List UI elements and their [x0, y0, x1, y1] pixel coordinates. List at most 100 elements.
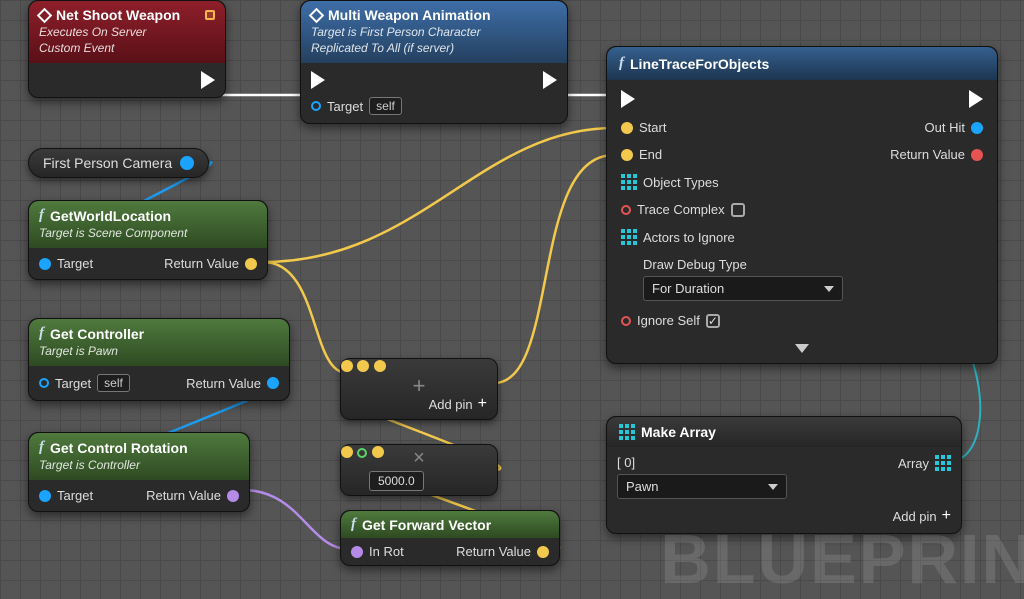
- title-text: Get Controller: [50, 326, 144, 342]
- draw-debug-value: For Duration: [652, 281, 724, 296]
- subtitle2: Replicated To All (if server): [311, 41, 557, 55]
- draw-debug-dropdown[interactable]: For Duration: [643, 276, 843, 301]
- node-get-control-rotation[interactable]: f Get Control Rotation Target is Controll…: [28, 432, 250, 512]
- return-label: Return Value: [456, 544, 531, 559]
- title-text: Make Array: [641, 424, 716, 440]
- function-icon: f: [39, 439, 44, 456]
- add-out-pin[interactable]: [374, 360, 386, 372]
- exec-out-pin[interactable]: [969, 90, 983, 108]
- mul-scalar-value[interactable]: 5000.0: [369, 471, 424, 491]
- subtitle2: Custom Event: [39, 41, 215, 55]
- plus-icon: +: [478, 395, 487, 413]
- exec-in-pin[interactable]: [621, 90, 635, 108]
- variable-first-person-camera[interactable]: First Person Camera: [28, 148, 209, 178]
- node-get-forward-vector[interactable]: f Get Forward Vector In Rot Return Value: [340, 510, 560, 566]
- function-icon: f: [351, 516, 356, 533]
- subtitle: Target is Scene Component: [39, 226, 257, 240]
- node-get-controller[interactable]: fGet Controller Target is Pawn Target sel…: [28, 318, 290, 401]
- target-value[interactable]: self: [369, 97, 402, 115]
- object-types-label: Object Types: [643, 175, 719, 190]
- return-pin[interactable]: [267, 377, 279, 389]
- return-pin[interactable]: [227, 490, 239, 502]
- add-in-a-pin[interactable]: [341, 360, 353, 372]
- add-in-b-pin[interactable]: [357, 360, 369, 372]
- target-pin[interactable]: [39, 490, 51, 502]
- node-header: Make Array: [607, 417, 961, 447]
- variable-out-pin[interactable]: [180, 156, 194, 170]
- inrot-label: In Rot: [369, 544, 404, 559]
- title-text: Get Forward Vector: [362, 517, 491, 533]
- return-label: Return Value: [890, 147, 965, 162]
- node-line-trace-for-objects[interactable]: fLineTraceForObjects Start Out Hit End R…: [606, 46, 998, 364]
- array-out-pin[interactable]: [935, 455, 951, 471]
- trace-complex-label: Trace Complex: [637, 202, 725, 217]
- return-label: Return Value: [146, 488, 221, 503]
- return-pin[interactable]: [245, 258, 257, 270]
- start-label: Start: [639, 120, 666, 135]
- replication-icon: [205, 10, 215, 20]
- node-vector-add[interactable]: + Add pin +: [340, 358, 498, 420]
- function-icon: f: [619, 55, 624, 72]
- return-pin[interactable]: [537, 546, 549, 558]
- title-text: Net Shoot Weapon: [56, 7, 180, 23]
- target-pin[interactable]: [311, 101, 321, 111]
- ignore-self-checkbox[interactable]: [706, 314, 720, 328]
- target-label: Target: [57, 256, 93, 271]
- subtitle: Target is Pawn: [39, 344, 279, 358]
- ignore-self-pin[interactable]: [621, 316, 631, 326]
- start-pin[interactable]: [621, 122, 633, 134]
- end-pin[interactable]: [621, 149, 633, 161]
- draw-debug-label: Draw Debug Type: [643, 257, 747, 272]
- blueprint-watermark: BLUEPRIN: [660, 519, 1024, 599]
- expand-toggle[interactable]: [795, 344, 809, 353]
- add-pin-button[interactable]: Add pin +: [429, 395, 487, 413]
- inrot-pin[interactable]: [351, 546, 363, 558]
- node-make-array[interactable]: Make Array [ 0] Pawn Array Add pin+: [606, 416, 962, 534]
- trace-complex-checkbox[interactable]: [731, 203, 745, 217]
- target-value[interactable]: self: [97, 374, 130, 392]
- subtitle1: Executes On Server: [39, 25, 215, 39]
- event-icon: [309, 7, 325, 23]
- array-out-label: Array: [898, 456, 929, 471]
- outhit-pin[interactable]: [971, 122, 983, 134]
- return-pin[interactable]: [971, 149, 983, 161]
- subtitle1: Target is First Person Character: [311, 25, 557, 39]
- variable-label: First Person Camera: [43, 155, 172, 171]
- target-pin[interactable]: [39, 258, 51, 270]
- index-dropdown[interactable]: Pawn: [617, 474, 787, 499]
- node-header: fGet Controller Target is Pawn: [29, 319, 289, 366]
- node-multi-weapon-animation[interactable]: Multi Weapon Animation Target is First P…: [300, 0, 568, 124]
- exec-out-pin[interactable]: [201, 71, 215, 89]
- exec-in-pin[interactable]: [311, 71, 325, 89]
- event-icon: [37, 7, 53, 23]
- subtitle: Target is Controller: [39, 458, 239, 472]
- exec-out-pin[interactable]: [543, 71, 557, 89]
- node-header: Net Shoot Weapon Executes On Server Cust…: [29, 1, 225, 63]
- node-header: f Get Control Rotation Target is Controll…: [29, 433, 249, 480]
- array-icon: [619, 424, 635, 440]
- title-text: Multi Weapon Animation: [328, 7, 491, 23]
- target-pin[interactable]: [39, 378, 49, 388]
- ignore-self-label: Ignore Self: [637, 313, 700, 328]
- node-vector-multiply[interactable]: 5000.0 ×: [340, 444, 498, 496]
- actors-ignore-pin[interactable]: [621, 229, 637, 245]
- index-value: Pawn: [626, 479, 659, 494]
- trace-complex-pin[interactable]: [621, 205, 631, 215]
- node-net-shoot-weapon[interactable]: Net Shoot Weapon Executes On Server Cust…: [28, 0, 226, 98]
- node-header: f GetWorldLocation Target is Scene Compon…: [29, 201, 267, 248]
- title-text: Get Control Rotation: [50, 440, 188, 456]
- node-get-world-location[interactable]: f GetWorldLocation Target is Scene Compon…: [28, 200, 268, 280]
- add-pin-label: Add pin: [429, 397, 473, 412]
- outhit-label: Out Hit: [925, 120, 965, 135]
- end-label: End: [639, 147, 662, 162]
- multiply-icon: ×: [341, 447, 497, 470]
- node-header: f Get Forward Vector: [341, 511, 559, 538]
- actors-ignore-label: Actors to Ignore: [643, 230, 735, 245]
- return-label: Return Value: [186, 376, 261, 391]
- target-label: Target: [55, 376, 91, 391]
- index-label: [ 0]: [617, 455, 635, 470]
- title-text: GetWorldLocation: [50, 208, 171, 224]
- object-types-pin[interactable]: [621, 174, 637, 190]
- return-label: Return Value: [164, 256, 239, 271]
- function-icon: f: [39, 207, 44, 224]
